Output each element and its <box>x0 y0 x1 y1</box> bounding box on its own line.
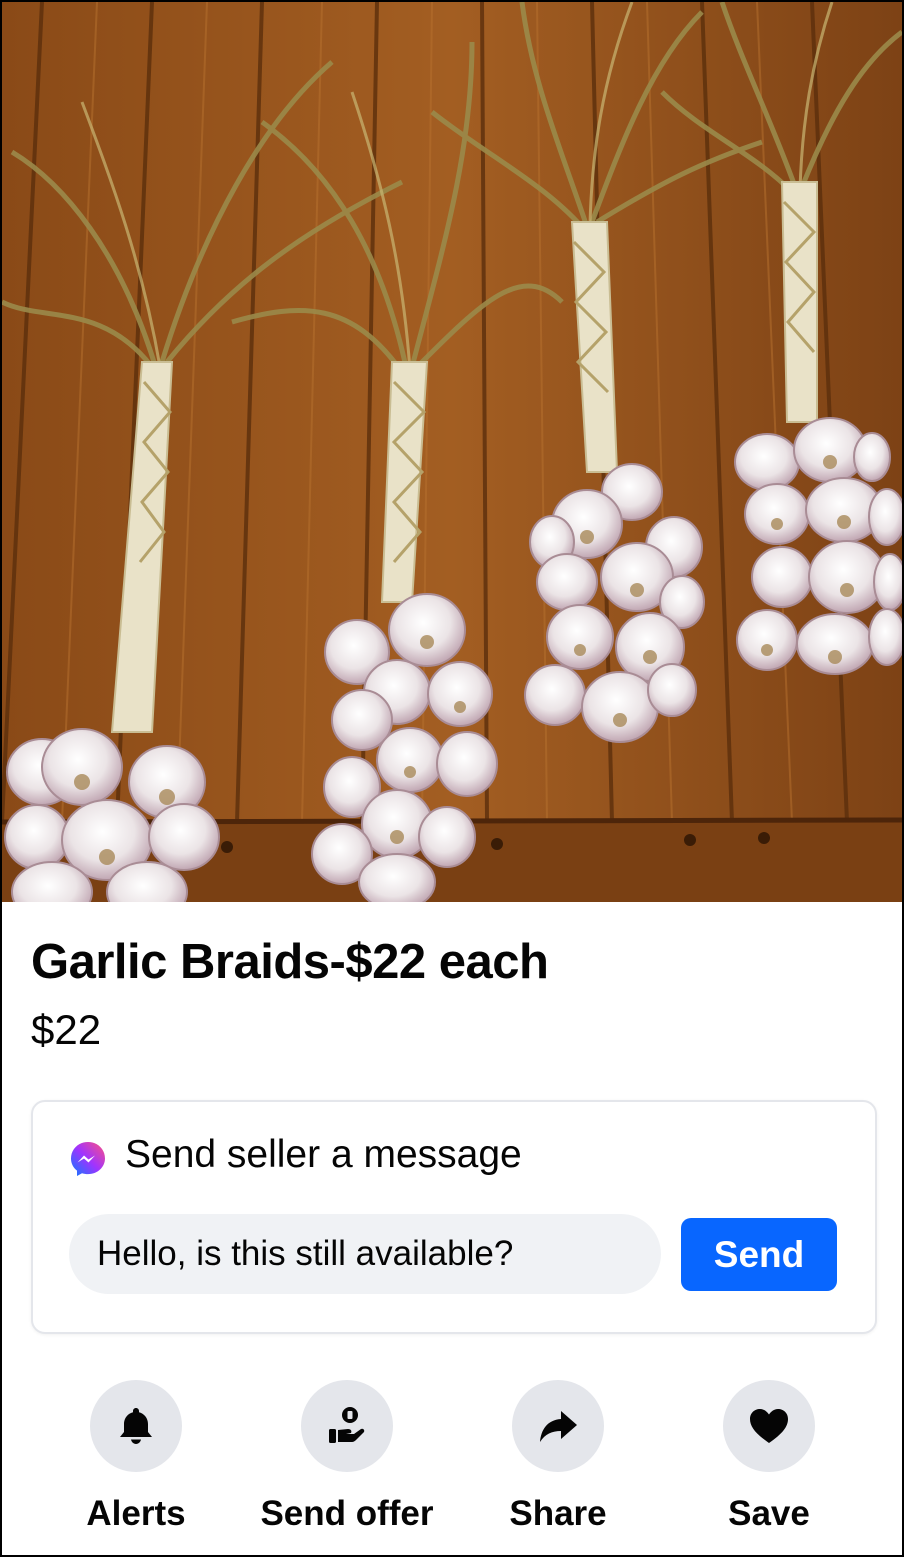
listing-photo[interactable] <box>2 2 902 902</box>
message-seller-card: Send seller a message Send <box>31 1100 877 1334</box>
send-offer-circle[interactable] <box>301 1380 393 1472</box>
message-header: Send seller a message <box>69 1132 522 1178</box>
listing-price: $22 <box>31 1006 102 1053</box>
save-button[interactable]: Save <box>649 1380 889 1534</box>
send-offer-label: Send offer <box>260 1494 434 1533</box>
garlic-braids-image <box>2 2 902 902</box>
share-button[interactable]: Share <box>438 1380 678 1534</box>
message-heading: Send seller a message <box>125 1133 522 1176</box>
share-arrow-icon <box>540 1411 577 1442</box>
listing-screen: Garlic Braids-$22 each $22 Send seller a… <box>0 0 904 1557</box>
listing-title: Garlic Braids-$22 each <box>31 935 549 989</box>
messenger-icon <box>69 1140 107 1178</box>
heart-icon <box>750 1409 788 1443</box>
send-button[interactable]: Send <box>681 1218 837 1291</box>
send-offer-button[interactable]: Send offer <box>227 1380 467 1534</box>
alerts-label: Alerts <box>86 1494 186 1533</box>
alerts-circle[interactable] <box>90 1380 182 1472</box>
alerts-button[interactable]: Alerts <box>16 1380 256 1534</box>
share-circle[interactable] <box>512 1380 604 1472</box>
save-circle[interactable] <box>723 1380 815 1472</box>
bell-icon <box>120 1408 152 1444</box>
message-input[interactable] <box>69 1214 661 1294</box>
save-label: Save <box>728 1494 810 1533</box>
offer-icon <box>329 1407 365 1443</box>
share-label: Share <box>509 1494 607 1533</box>
